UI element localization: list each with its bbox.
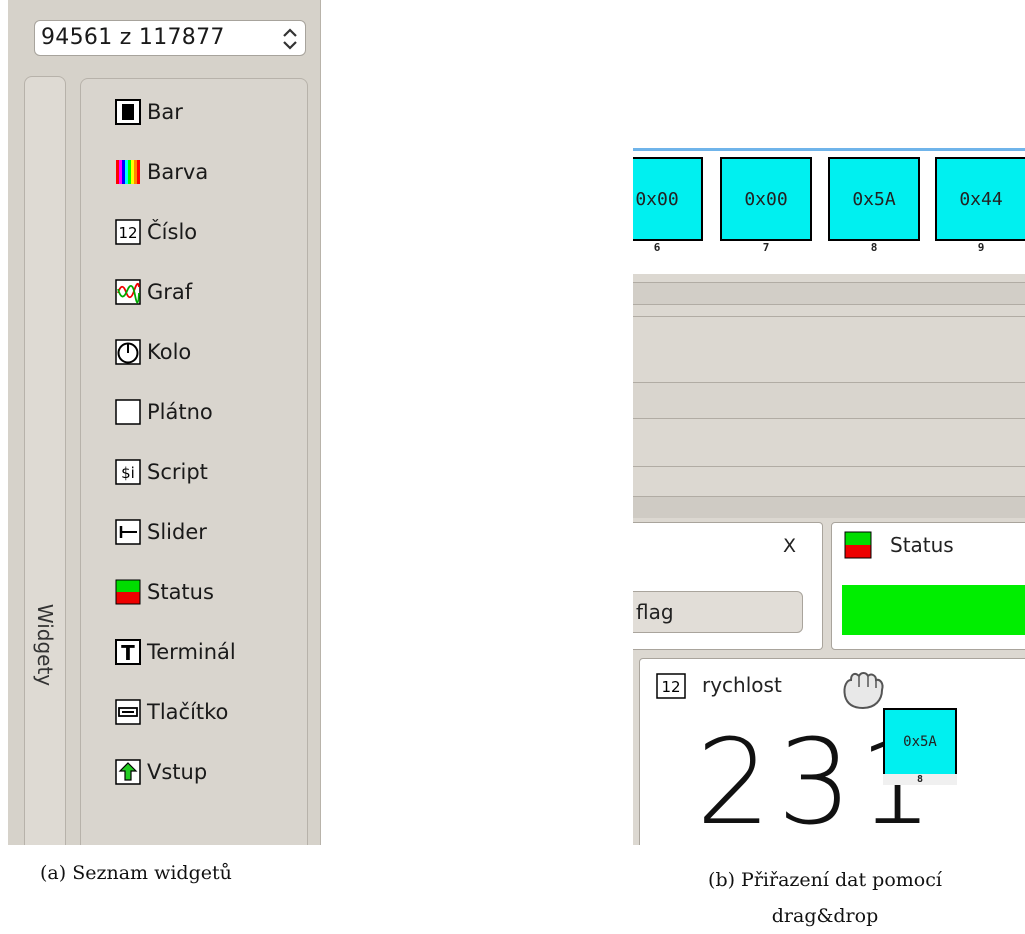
widget-item-script[interactable]: $i Script (115, 454, 208, 490)
widget-item-label: Vstup (147, 760, 208, 784)
tab-widgety-label: Widgety (33, 603, 57, 687)
hex-cell-index: 7 (762, 241, 770, 254)
flag-pane: X flag (633, 522, 823, 650)
widget-item-label: Barva (147, 160, 209, 184)
hex-cell-value: 0x5A (883, 708, 957, 776)
input-icon (115, 759, 141, 785)
number-icon: 12 (656, 673, 686, 699)
status-icon (844, 531, 872, 559)
splitter[interactable] (633, 496, 1025, 518)
divider (633, 304, 1025, 305)
flag-button-label: flag (636, 600, 674, 624)
close-icon[interactable]: X (783, 535, 796, 557)
widget-item-status[interactable]: Status (115, 574, 214, 610)
caption-b: (b) Přiřazení dat pomocí drag&drop (685, 862, 965, 934)
widget-item-label: Tlačítko (147, 700, 229, 724)
widget-panel: 94561 z 117877 Widgety Bar Barva 12 Čísl… (8, 0, 321, 845)
caption-b-line1: (b) Přiřazení dat pomocí (708, 869, 942, 891)
divider (633, 466, 1025, 467)
widget-item-label: Graf (147, 280, 193, 304)
divider (633, 496, 1025, 497)
color-icon (116, 160, 140, 184)
widget-list: Bar Barva 12 Číslo Graf Kolo Plátno $i S… (80, 78, 308, 845)
hex-cell[interactable]: 0x00 7 (720, 157, 812, 254)
widget-item-slider[interactable]: Slider (115, 514, 207, 550)
svg-text:12: 12 (118, 224, 137, 242)
hex-cell-index: 8 (883, 774, 957, 785)
terminal-icon: T (115, 639, 141, 665)
widget-item-platno[interactable]: Plátno (115, 394, 213, 430)
hex-cell-value: 0x5A (828, 157, 920, 241)
divider (633, 382, 1025, 383)
caption-b-line2: drag&drop (771, 905, 879, 927)
svg-text:$i: $i (121, 464, 135, 482)
hex-cell[interactable]: 0x44 9 (935, 157, 1025, 254)
hex-cell[interactable]: 0x00 6 (633, 157, 703, 254)
speed-pane: 12 rychlost 231 (639, 658, 1025, 845)
drag-drop-panel: 0x00 6 0x00 7 0x5A 8 0x44 9 X flag Statu… (633, 148, 1025, 845)
widget-item-cislo[interactable]: 12 Číslo (115, 214, 197, 250)
spin-arrows-icon[interactable] (281, 27, 299, 51)
divider (633, 316, 1025, 317)
widget-item-graf[interactable]: Graf (115, 274, 192, 310)
widget-item-barva[interactable]: Barva (115, 154, 208, 190)
widget-item-label: Bar (147, 100, 183, 124)
hex-cell-index: 8 (870, 241, 878, 254)
widget-item-terminal[interactable]: T Terminál (115, 634, 236, 670)
dragged-hex-cell[interactable]: 0x5A 8 (883, 708, 957, 785)
widget-item-label: Status (147, 580, 214, 604)
slider-icon (115, 519, 141, 545)
graph-icon (115, 279, 141, 305)
button-icon (115, 699, 141, 725)
widget-item-label: Slider (147, 520, 207, 544)
hex-cell-index: 6 (653, 241, 661, 254)
number-icon: 12 (115, 219, 141, 245)
svg-text:12: 12 (661, 678, 680, 696)
toolbar-band (633, 382, 1025, 418)
grab-hand-icon (843, 672, 884, 710)
hex-cell[interactable]: 0x5A 8 (828, 157, 920, 254)
widget-item-kolo[interactable]: Kolo (115, 334, 191, 370)
flag-button[interactable]: flag (633, 591, 803, 633)
hex-cell-value: 0x00 (720, 157, 812, 241)
status-title: Status (890, 533, 954, 557)
divider (633, 282, 1025, 283)
spinbox-value: 94561 z 117877 (41, 25, 225, 50)
widget-item-tlacitko[interactable]: Tlačítko (115, 694, 228, 730)
hex-strip: 0x00 6 0x00 7 0x5A 8 0x44 9 (633, 148, 1025, 274)
divider (633, 418, 1025, 419)
tab-widgety[interactable] (24, 76, 66, 845)
circle-icon (115, 339, 141, 365)
widget-item-bar[interactable]: Bar (115, 94, 183, 130)
hex-cell-index: 9 (977, 241, 985, 254)
caption-a: (a) Seznam widgetů (40, 862, 232, 884)
hex-cell-value: 0x44 (935, 157, 1025, 241)
status-indicator (842, 585, 1025, 635)
widget-item-vstup[interactable]: Vstup (115, 754, 207, 790)
status-icon (115, 579, 141, 605)
speed-title: rychlost (702, 673, 782, 697)
hex-cell-value: 0x00 (633, 157, 703, 241)
frame-spinbox[interactable]: 94561 z 117877 (34, 20, 306, 56)
status-pane: Status (831, 522, 1025, 650)
scrollbar-track[interactable] (633, 282, 1025, 304)
widget-item-label: Script (147, 460, 208, 484)
svg-text:T: T (121, 641, 135, 665)
widget-item-label: Plátno (147, 400, 213, 424)
canvas-icon (115, 399, 141, 425)
widget-item-label: Kolo (147, 340, 192, 364)
script-icon: $i (115, 459, 141, 485)
widget-item-label: Terminál (147, 640, 236, 664)
bar-icon (115, 99, 141, 125)
widget-item-label: Číslo (147, 220, 198, 244)
